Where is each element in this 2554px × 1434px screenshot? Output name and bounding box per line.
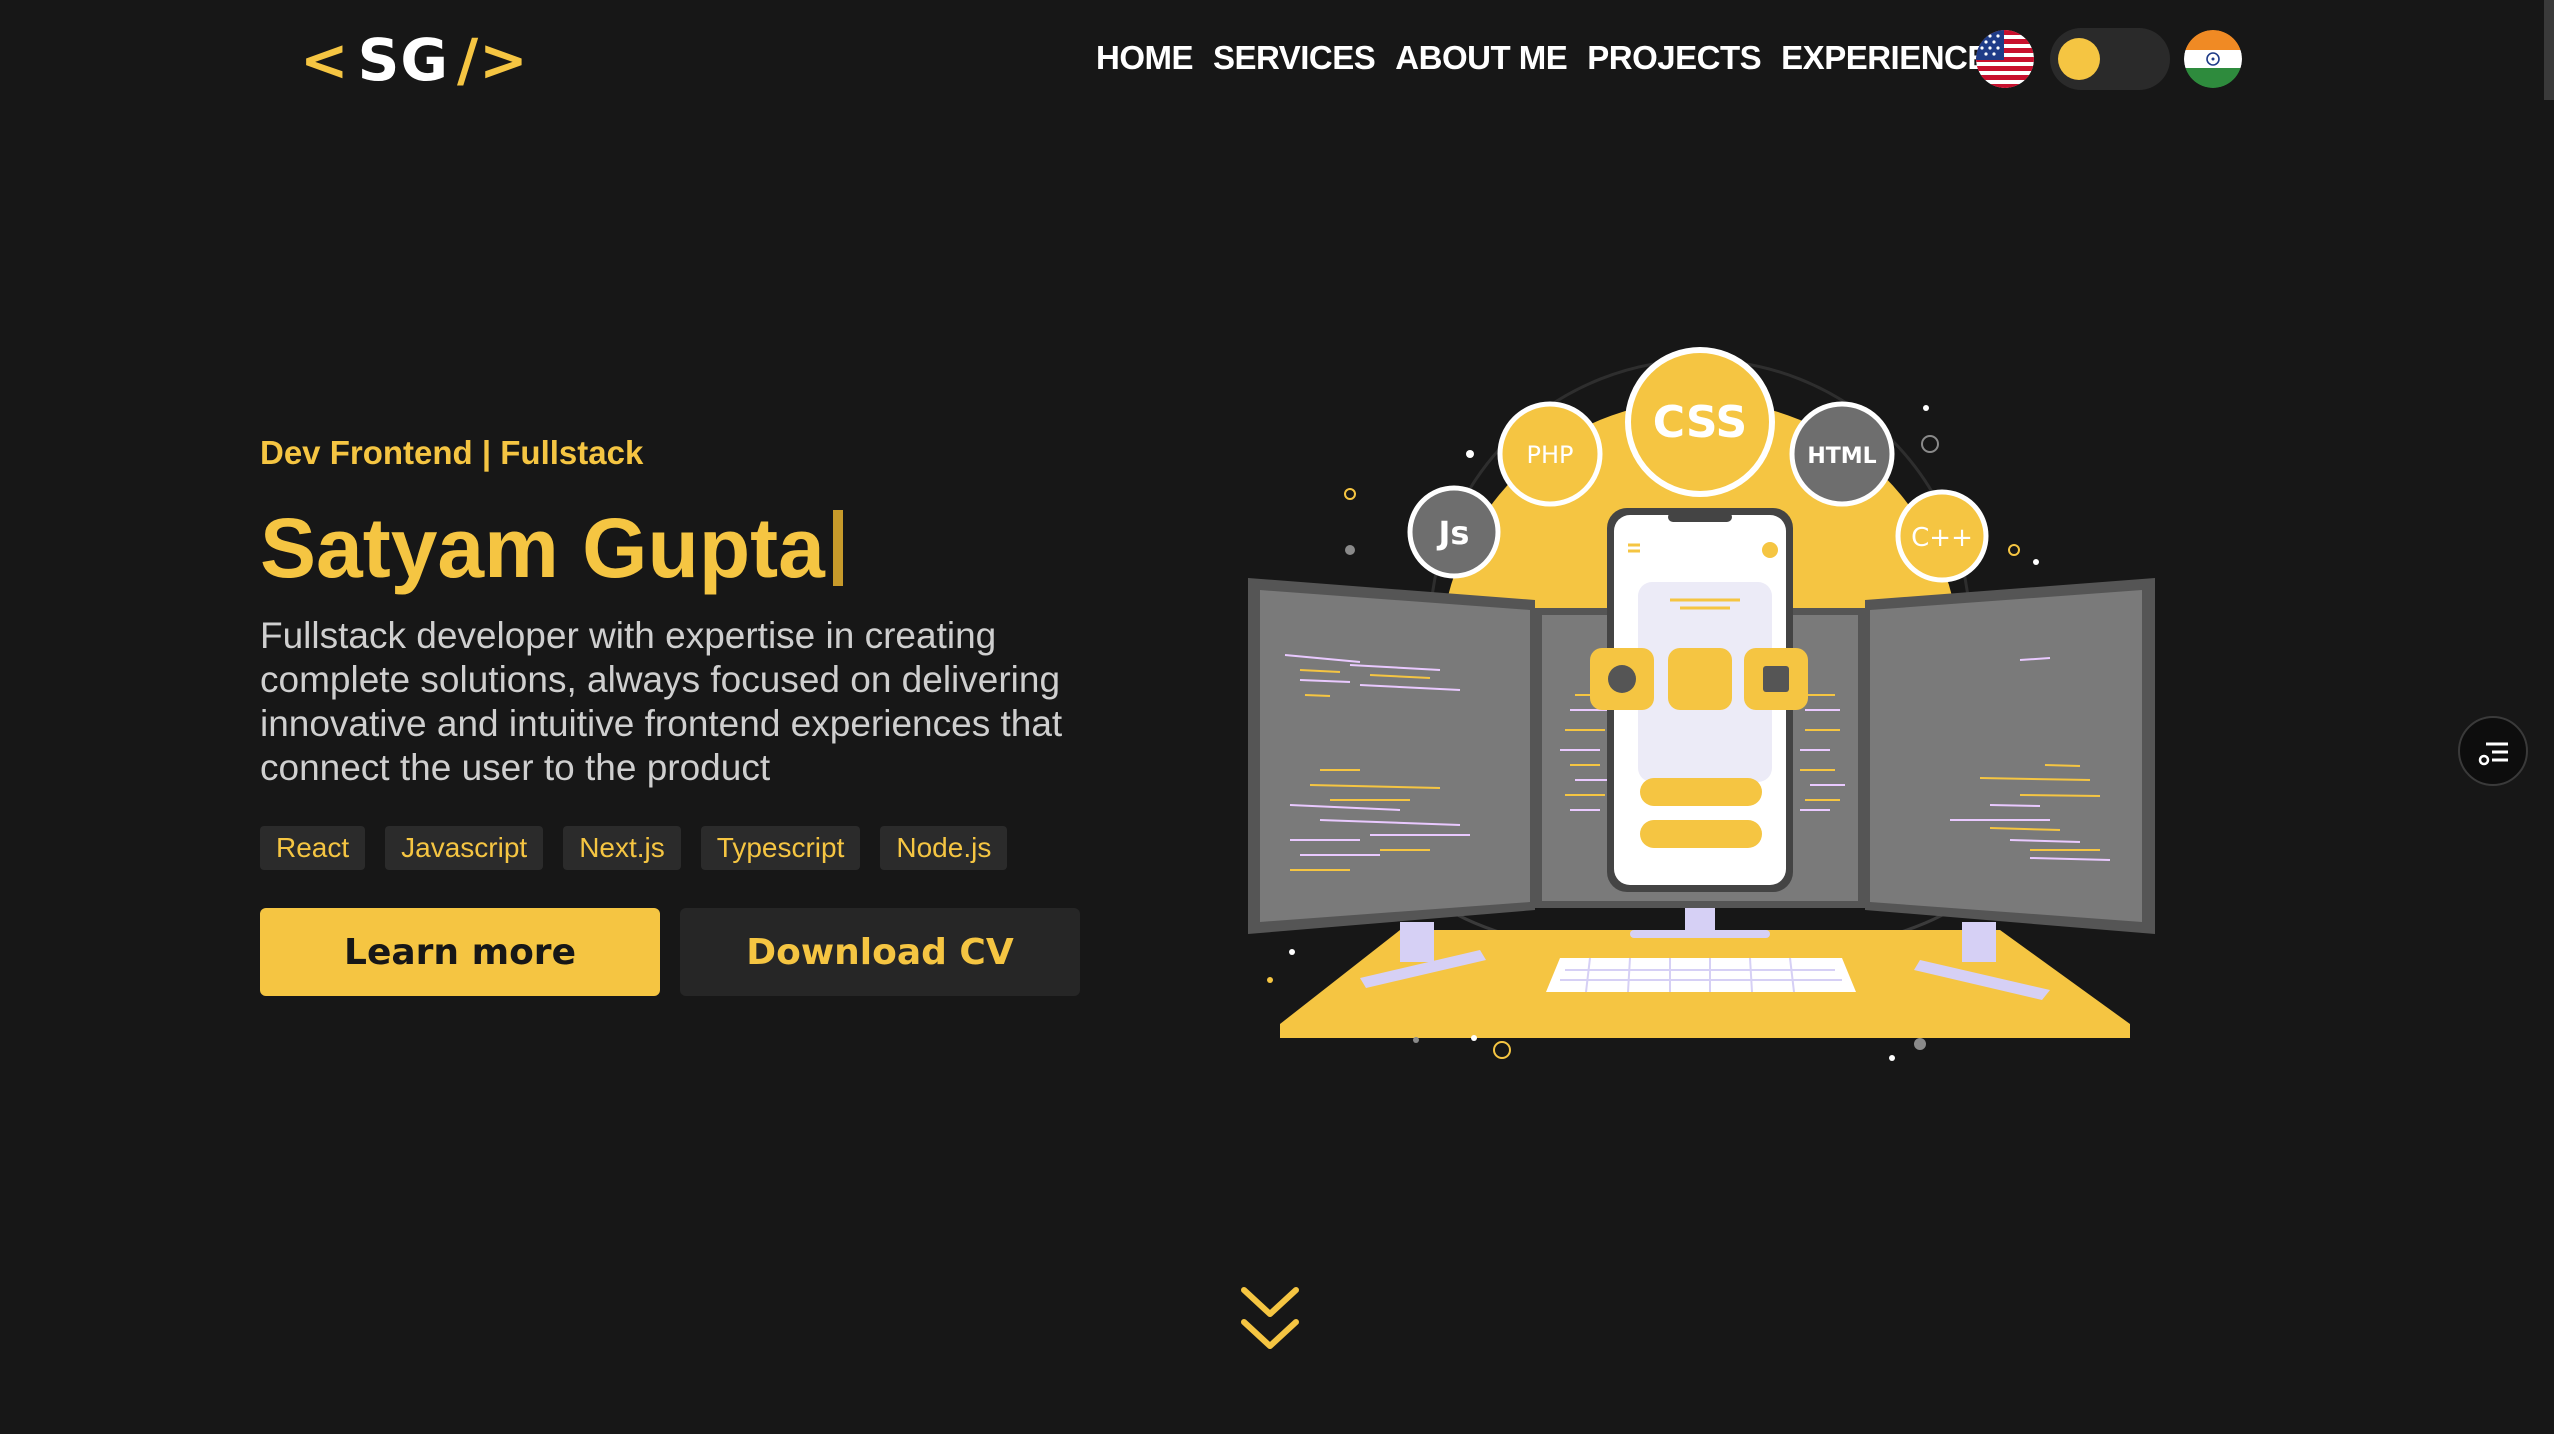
hero-name: Satyam Gupta xyxy=(260,501,825,595)
bubble-css-label: CSS xyxy=(1653,397,1748,448)
scroll-down-icon[interactable] xyxy=(1238,1284,1302,1354)
us-flag-icon[interactable] xyxy=(1976,30,2034,88)
site-logo[interactable]: < SG /> xyxy=(300,26,529,94)
theme-toggle[interactable] xyxy=(2050,28,2170,90)
nav-projects[interactable]: PROJECTS xyxy=(1587,39,1761,77)
hero-name-wrapper: Satyam Gupta xyxy=(260,500,1120,596)
tag-nodejs: Node.js xyxy=(880,826,1008,870)
logo-close-bracket: /> xyxy=(457,26,529,94)
nav-experience[interactable]: EXPERIENCE xyxy=(1781,39,1989,77)
bubble-js-icon: Js xyxy=(1407,485,1501,579)
logo-open-bracket: < xyxy=(300,26,350,94)
desk xyxy=(1280,908,2130,1038)
tag-nextjs: Next.js xyxy=(563,826,681,870)
floating-menu-button[interactable] xyxy=(2458,716,2528,786)
bubble-cpp-icon: C++ xyxy=(1895,489,1989,583)
bubble-php-icon: PHP xyxy=(1497,401,1603,507)
nav-about-me[interactable]: ABOUT ME xyxy=(1395,39,1568,77)
tag-javascript: Javascript xyxy=(385,826,544,870)
india-flag-icon[interactable] xyxy=(2184,30,2242,88)
site-header: < SG /> HOME SERVICES ABOUT ME PROJECTS … xyxy=(0,0,2554,120)
nav-home[interactable]: HOME xyxy=(1096,39,1194,77)
phone xyxy=(1590,508,1808,892)
typing-caret xyxy=(832,510,843,586)
hero-role: Dev Frontend | Fullstack xyxy=(260,434,644,471)
bubble-js-label: Js xyxy=(1437,514,1470,552)
download-cv-button[interactable]: Download CV xyxy=(680,908,1080,996)
tag-react: React xyxy=(260,826,366,870)
theme-toggle-knob xyxy=(2058,38,2100,80)
list-menu-icon xyxy=(2478,742,2508,766)
tag-typescript: Typescript xyxy=(700,826,861,870)
learn-more-button[interactable]: Learn more xyxy=(260,908,660,996)
right-monitor xyxy=(1865,578,2155,934)
skill-tags: React Javascript Next.js Typescript Node… xyxy=(260,826,1120,870)
developer-illustration: Js PHP CSS HTML C++ xyxy=(1230,330,2170,1090)
logo-initials: SG xyxy=(357,26,449,94)
desk-illustration: Js PHP CSS HTML C++ xyxy=(1248,347,2155,1061)
bubble-php-label: PHP xyxy=(1527,441,1574,469)
left-monitor xyxy=(1248,578,1535,934)
hero-description: Fullstack developer with expertise in cr… xyxy=(260,615,1063,788)
main-nav: HOME SERVICES ABOUT ME PROJECTS EXPERIEN… xyxy=(1096,34,1989,82)
bubble-html-label: HTML xyxy=(1807,444,1876,469)
bubble-cpp-label: C++ xyxy=(1911,523,1973,553)
hero-section: Dev Frontend | Fullstack Satyam Gupta Fu… xyxy=(260,430,1120,996)
hero-actions: Learn more Download CV xyxy=(260,908,1120,996)
page-scrollbar[interactable] xyxy=(2544,0,2554,100)
nav-services[interactable]: SERVICES xyxy=(1213,39,1376,77)
bubble-html-icon: HTML xyxy=(1789,401,1895,507)
bubble-css-icon: CSS xyxy=(1625,347,1775,497)
